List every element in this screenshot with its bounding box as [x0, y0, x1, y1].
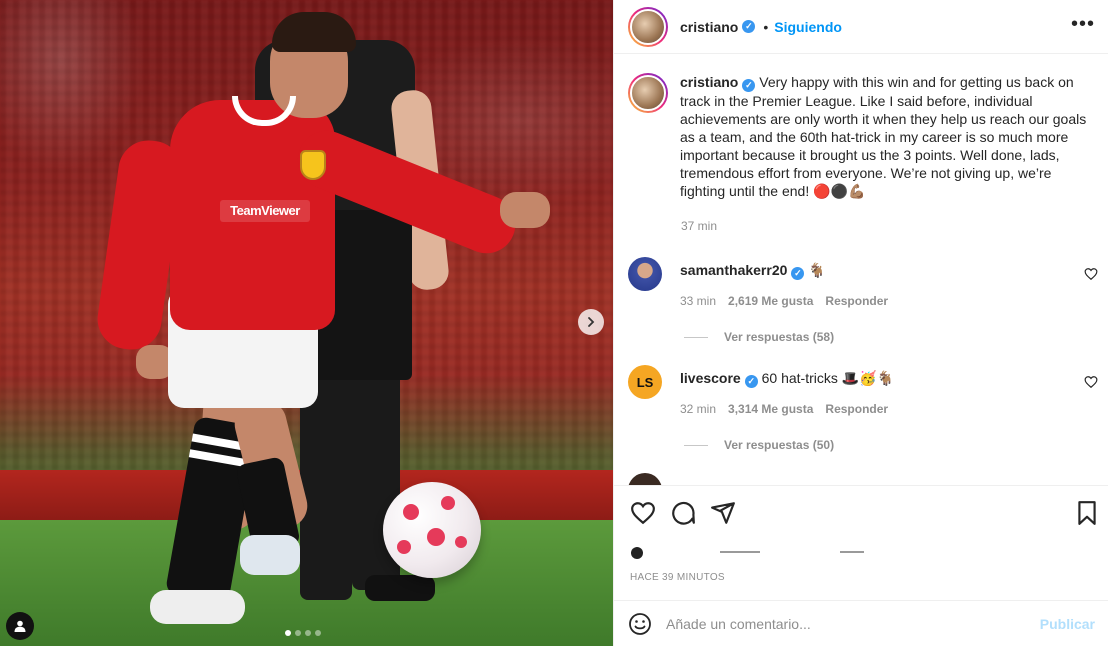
author-avatar[interactable]: [628, 73, 668, 113]
comment-username[interactable]: samanthakerr20: [680, 262, 787, 278]
post-media[interactable]: TeamViewer: [0, 0, 613, 646]
carousel-indicator: [285, 630, 321, 636]
carousel-dot: [295, 630, 301, 636]
comment-composer: Publicar: [614, 600, 1108, 646]
view-replies-button[interactable]: Ver respuestas (58): [680, 330, 1060, 344]
liked-by-avatars: [631, 547, 864, 559]
heart-icon[interactable]: [1084, 267, 1098, 281]
commenter-avatar[interactable]: [628, 473, 662, 485]
player-boot: [150, 590, 245, 624]
view-replies-label: Ver respuestas (50): [724, 438, 835, 452]
heart-icon[interactable]: [1084, 375, 1098, 389]
carousel-dot: [315, 630, 321, 636]
commenter-avatar[interactable]: [628, 257, 662, 291]
comment-time[interactable]: 32 min: [680, 402, 716, 416]
verified-icon: ✓: [744, 375, 758, 388]
referee-shoe: [365, 575, 435, 601]
publish-button[interactable]: Publicar: [1040, 616, 1095, 632]
verified-icon: ✓: [791, 267, 805, 280]
user-icon: [14, 620, 26, 632]
post-timestamp[interactable]: HACE 39 MINUTOS: [630, 572, 725, 583]
emoji-icon[interactable]: [628, 612, 652, 636]
chevron-right-icon: [588, 317, 595, 327]
comment-item: samanthakerr20 ✓ 🐐 33 min 2,619 Me gusta …: [628, 257, 1098, 344]
football: [383, 482, 481, 578]
comment-likes[interactable]: 3,314 Me gusta: [728, 402, 813, 416]
verified-icon: ✓: [742, 20, 756, 33]
separator-dot: •: [763, 18, 769, 35]
tagged-users-button[interactable]: [6, 612, 34, 640]
view-replies-label: Ver respuestas (58): [724, 330, 835, 344]
verified-icon: ✓: [742, 79, 756, 92]
post-header: cristiano ✓ • Siguiendo •••: [614, 0, 1108, 54]
share-icon[interactable]: [710, 500, 736, 526]
commenter-avatar[interactable]: LS: [628, 365, 662, 399]
caption-text: Very happy with this win and for getting…: [680, 74, 1087, 199]
reply-button[interactable]: Responder: [825, 402, 888, 416]
comment-username[interactable]: livescore: [680, 370, 741, 386]
club-crest: [300, 150, 326, 180]
comment-item-partial: [628, 473, 1098, 485]
shirt-sponsor: TeamViewer: [220, 200, 310, 222]
player-fist: [500, 192, 550, 228]
comment-text: 🐐: [808, 262, 826, 278]
replies-divider: [684, 336, 708, 338]
more-options-icon[interactable]: •••: [1071, 14, 1095, 34]
player-boot: [240, 535, 300, 575]
livescore-logo: LS: [636, 374, 654, 390]
author-avatar[interactable]: [628, 6, 668, 47]
bookmark-icon[interactable]: [1074, 500, 1100, 526]
carousel-dot: [285, 630, 291, 636]
comments-list[interactable]: cristiano ✓ Very happy with this win and …: [614, 55, 1108, 485]
comment-input[interactable]: [666, 615, 1040, 632]
player-hair: [272, 12, 356, 52]
caption-username[interactable]: cristiano: [680, 74, 738, 90]
next-slide-button[interactable]: [578, 309, 604, 335]
caption-timestamp[interactable]: 37 min: [681, 219, 717, 233]
comment-likes[interactable]: 2,619 Me gusta: [728, 294, 813, 308]
carousel-dot: [305, 630, 311, 636]
liked-by-row[interactable]: [630, 545, 890, 559]
comment-item: LS livescore ✓ 60 hat-tricks 🎩🥳🐐 32 min 3…: [628, 365, 1098, 452]
like-heart-icon[interactable]: [630, 500, 656, 526]
post-side-panel: cristiano ✓ • Siguiendo ••• cristiano ✓ V…: [613, 0, 1108, 646]
post-caption: cristiano ✓ Very happy with this win and …: [628, 73, 1090, 200]
comment-time[interactable]: 33 min: [680, 294, 716, 308]
post-actions: [614, 485, 1108, 537]
author-username[interactable]: cristiano: [680, 19, 738, 35]
comment-icon[interactable]: [670, 500, 696, 526]
view-replies-button[interactable]: Ver respuestas (50): [680, 438, 1060, 452]
replies-divider: [684, 444, 708, 446]
comment-text: 60 hat-tricks 🎩🥳🐐: [761, 370, 895, 386]
reply-button[interactable]: Responder: [825, 294, 888, 308]
following-button[interactable]: Siguiendo: [774, 19, 842, 35]
